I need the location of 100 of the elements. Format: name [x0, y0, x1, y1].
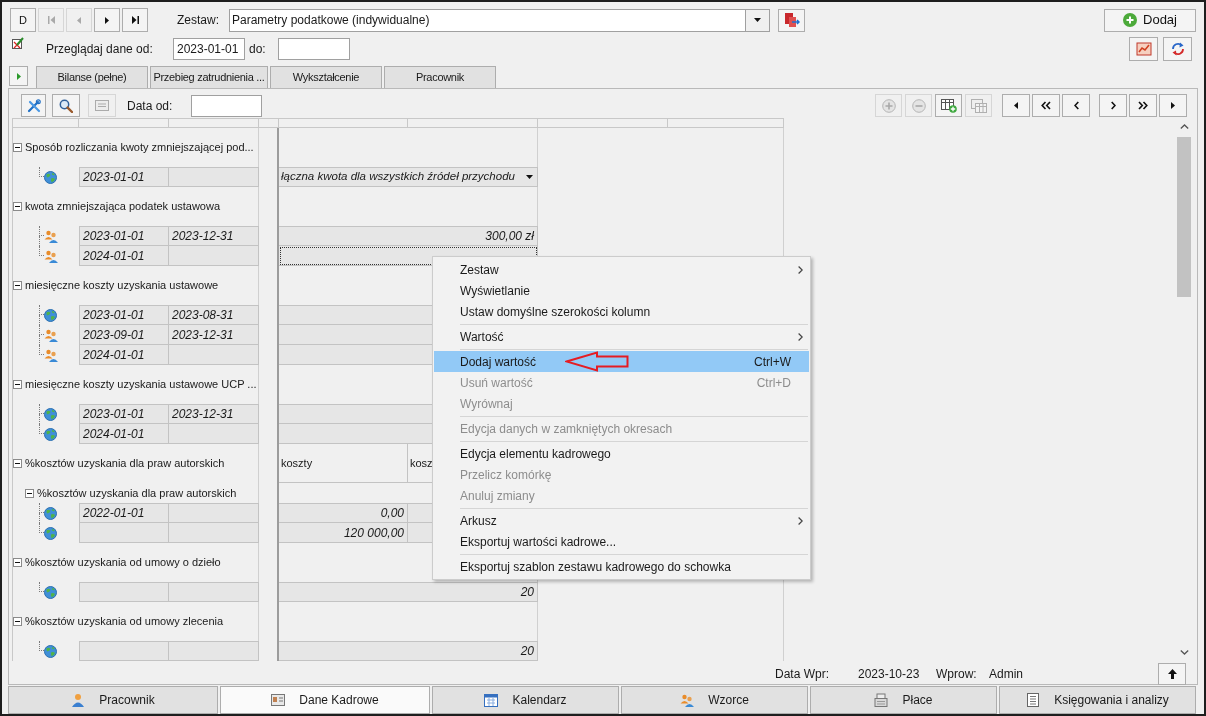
date-cell: 2023-08-31	[169, 305, 259, 325]
group-label: %kosztów uzyskania dla praw autorskich	[25, 456, 225, 472]
expand-button[interactable]	[9, 66, 28, 86]
collapse-icon[interactable]	[13, 617, 22, 626]
field-label: Zestaw:	[177, 13, 219, 27]
dropdown-cell[interactable]: łączna kwota dla wszystkich źródeł przychodu	[279, 167, 538, 187]
bottom-tab[interactable]: Wzorce	[621, 686, 808, 714]
add-row-button[interactable]	[935, 94, 962, 117]
next-button[interactable]	[1099, 94, 1127, 117]
triangle-left-icon	[1014, 102, 1018, 109]
group-label: %kosztów uzyskania od umowy zlecenia	[25, 614, 224, 630]
switch-set-button[interactable]	[778, 8, 805, 32]
search-icon	[59, 98, 73, 113]
plus-circle-icon	[1123, 13, 1137, 27]
table-icon	[970, 98, 987, 113]
next-button[interactable]	[94, 8, 120, 32]
date-cell: 2023-01-01	[79, 226, 169, 246]
calendar-icon	[484, 693, 499, 707]
page-forward-button[interactable]	[1129, 94, 1157, 117]
triangle-right-icon	[105, 16, 109, 24]
chevron-right-icon	[797, 332, 803, 341]
date-field[interactable]: 2023-01-01	[173, 37, 245, 60]
field-label: Data od:	[127, 98, 173, 113]
menu-item[interactable]: Eksportuj wartości kadrowe...	[434, 531, 809, 552]
skip-forward-icon	[131, 16, 139, 24]
chevron-left-icon	[1073, 101, 1079, 110]
collapse-icon[interactable]	[13, 558, 22, 567]
date-cell: 2024-01-01	[79, 345, 169, 365]
first-button[interactable]	[1002, 94, 1030, 117]
dropdown-button[interactable]	[745, 9, 769, 31]
id-card-icon	[271, 693, 286, 707]
collapse-icon[interactable]	[13, 459, 22, 468]
d-button[interactable]: D	[10, 8, 36, 32]
menu-item[interactable]: Arkusz	[434, 510, 809, 531]
page-back-button[interactable]	[1032, 94, 1060, 117]
date-cell: 2023-01-01	[79, 167, 169, 187]
add-button[interactable]: Dodaj	[1104, 8, 1196, 32]
field-label: Przeglądaj dane od:	[46, 41, 153, 56]
date-field[interactable]	[191, 94, 262, 117]
caret-down-icon	[526, 175, 533, 179]
previous-button[interactable]	[1062, 94, 1090, 117]
tools-icon	[26, 98, 41, 113]
field-value: 2023-10-23	[858, 666, 920, 681]
tab[interactable]: Wykształcenie	[270, 66, 382, 88]
bottom-tab[interactable]: Dane Kadrowe	[220, 686, 430, 714]
shortcut-label: Ctrl+W	[754, 353, 791, 371]
group-label: %kosztów uzyskania od umowy o dzieło	[25, 555, 221, 571]
menu-item[interactable]: Dodaj wartość Ctrl+W	[434, 351, 809, 372]
menu-item[interactable]: Eksportuj szablon zestawu kadrowego do schowka	[434, 556, 809, 577]
chevron-down-icon	[1179, 650, 1189, 655]
menu-item[interactable]: Wartość	[434, 326, 809, 347]
value-cell: 300,00 zł	[279, 226, 538, 246]
globe-icon	[44, 427, 57, 441]
people-icon	[44, 229, 58, 243]
checkbox-pencil-icon	[12, 37, 24, 49]
tab[interactable]: Przebieg zatrudnienia ...	[150, 66, 268, 88]
collapse-icon[interactable]	[25, 488, 34, 498]
collapse-icon[interactable]	[13, 380, 22, 389]
plus-circle-icon	[881, 98, 896, 113]
triangle-right-icon	[1171, 102, 1175, 109]
scroll-top-button[interactable]	[1158, 662, 1186, 685]
value-cell: 120 000,00	[279, 523, 408, 543]
menu-item[interactable]: Wyświetlanie	[434, 280, 809, 301]
table-plus-icon	[940, 98, 957, 113]
triangle-left-icon	[77, 16, 81, 24]
chart-button[interactable]	[1129, 37, 1158, 61]
refresh-button[interactable]	[1163, 37, 1192, 61]
double-chevron-right-icon	[1138, 101, 1148, 110]
tools-button[interactable]	[21, 94, 46, 117]
people-icon	[44, 249, 58, 263]
column-header: koszty	[281, 455, 313, 471]
bottom-tab[interactable]: Pracownik	[8, 686, 218, 714]
globe-icon	[44, 170, 57, 184]
date-cell: 2023-01-01	[79, 404, 169, 424]
minus-circle-icon	[911, 98, 926, 113]
last-button[interactable]	[122, 8, 148, 32]
bottom-tab[interactable]: Księgowania i analizy	[999, 686, 1196, 714]
shortcut-label: Ctrl+D	[756, 374, 791, 392]
scrollbar-thumb[interactable]	[1177, 137, 1191, 297]
date-field[interactable]	[278, 37, 350, 60]
bottom-tab[interactable]: Płace	[810, 686, 997, 714]
search-button[interactable]	[52, 94, 80, 117]
bottom-tab[interactable]: Kalendarz	[432, 686, 619, 714]
globe-icon	[44, 644, 57, 658]
globe-icon	[44, 526, 57, 540]
collapse-icon[interactable]	[13, 202, 22, 211]
collapse-icon[interactable]	[13, 143, 22, 152]
set-combobox[interactable]: Parametry podatkowe (indywidualne)	[229, 8, 770, 32]
menu-item[interactable]: Edycja elementu kadrowego	[434, 443, 809, 464]
tab[interactable]: Bilanse (pełne)	[36, 66, 148, 88]
last-button[interactable]	[1159, 94, 1187, 117]
group-label: miesięczne koszty uzyskania ustawowe	[25, 278, 219, 294]
collapse-icon[interactable]	[13, 281, 22, 290]
date-cell: 2023-12-31	[169, 325, 259, 345]
person-icon	[71, 693, 86, 707]
menu-item[interactable]: Ustaw domyślne szerokości kolumn	[434, 301, 809, 322]
document-arrows-icon	[783, 12, 800, 28]
skip-back-icon	[47, 16, 55, 24]
tab[interactable]: Pracownik	[384, 66, 496, 88]
menu-item[interactable]: Zestaw	[434, 259, 809, 280]
